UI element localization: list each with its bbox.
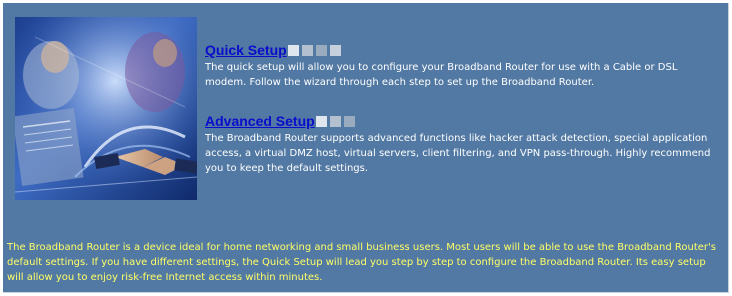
quick-setup-section: Quick Setup The quick setup will allow y… bbox=[205, 41, 725, 90]
advanced-setup-link[interactable]: Advanced Setup bbox=[205, 112, 315, 130]
square-decoration-icon bbox=[343, 115, 355, 127]
advanced-setup-title-row: Advanced Setup bbox=[205, 112, 725, 130]
square-decoration-icon bbox=[315, 44, 327, 56]
square-decoration-icon bbox=[287, 44, 299, 56]
quick-setup-title-row: Quick Setup bbox=[205, 41, 725, 59]
main-panel: Quick Setup The quick setup will allow y… bbox=[3, 3, 729, 293]
advanced-setup-section: Advanced Setup The Broadband Router supp… bbox=[205, 112, 725, 176]
advanced-setup-description: The Broadband Router supports advanced f… bbox=[205, 133, 711, 174]
business-collage-icon bbox=[15, 17, 197, 200]
square-decoration-icon bbox=[329, 115, 341, 127]
square-decoration-icon bbox=[329, 44, 341, 56]
router-intro-text: The Broadband Router is a device ideal f… bbox=[7, 242, 716, 283]
square-decoration-icon bbox=[301, 44, 313, 56]
hero-image bbox=[15, 17, 197, 200]
quick-setup-link[interactable]: Quick Setup bbox=[205, 41, 287, 59]
quick-setup-description: The quick setup will allow you to config… bbox=[205, 62, 678, 88]
square-decoration-icon bbox=[315, 115, 327, 127]
